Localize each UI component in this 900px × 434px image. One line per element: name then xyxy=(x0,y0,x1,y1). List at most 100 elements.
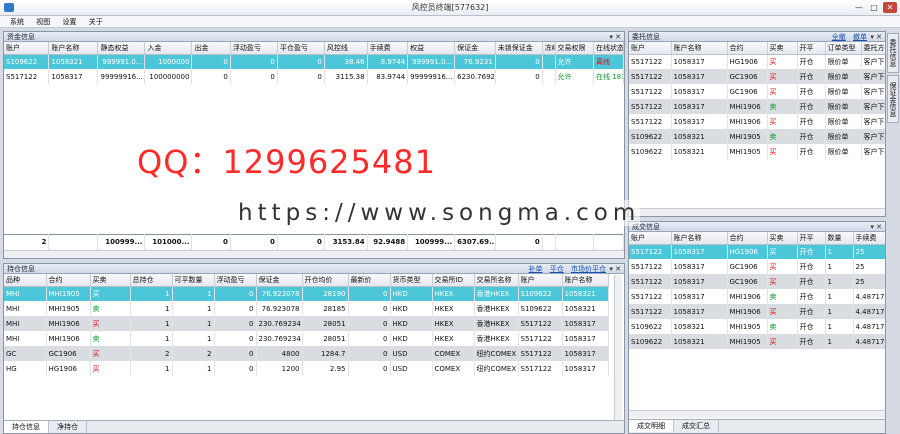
table-row[interactable]: S109622 1058321 999991.0... 1000000 0 0 0 38.46… xyxy=(4,54,624,69)
column-header[interactable]: 合约 xyxy=(727,42,768,55)
column-header[interactable]: 账户 xyxy=(4,42,50,55)
column-header[interactable]: 账户 xyxy=(629,232,672,245)
close-button[interactable]: ✕ xyxy=(883,2,897,13)
table-row[interactable]: MHI MHI1905 卖 1 1 0 76.923078 28185 0 HKD HKEX 香港HK… xyxy=(4,301,609,316)
table-row[interactable]: S1096221058321MHI1905卖开仓14.487179 xyxy=(629,319,885,334)
column-header[interactable]: 账户名称 xyxy=(562,274,609,287)
tab-positions[interactable]: 持仓信息 xyxy=(4,421,49,433)
menu-system[interactable]: 系统 xyxy=(10,16,24,28)
column-header[interactable]: 委托方 xyxy=(861,42,885,55)
trades-hscrollbar[interactable] xyxy=(629,410,885,418)
table-row[interactable]: HG HG1906 买 1 1 0 1200 2.95 0 USD COMEX 纽约COMEX S517… xyxy=(4,361,609,376)
table-cell: 开仓 xyxy=(797,304,826,319)
funds-hscrollbar[interactable] xyxy=(4,250,624,258)
table-row[interactable]: S109622 1058321 MHI1905 买开仓 限价单 客户下 xyxy=(629,144,885,159)
table-cell: 客户下 xyxy=(861,114,885,129)
table-cell: 香港HKEX xyxy=(474,331,519,346)
table-row[interactable]: S517122 1058317 GC1906 买开仓 限价单 客户下 xyxy=(629,84,885,99)
maximize-button[interactable]: □ xyxy=(867,2,881,13)
tab-trade-summary[interactable]: 成交汇总 xyxy=(674,420,719,432)
tab-net-positions[interactable]: 净持仓 xyxy=(49,421,87,433)
column-header[interactable]: 权益 xyxy=(407,42,456,55)
table-row[interactable]: S517122 1058317 MHI1906 买开仓 限价单 客户下 xyxy=(629,114,885,129)
positions-panel-controls[interactable]: ▾ ✕ xyxy=(609,264,621,274)
table-row[interactable]: GC GC1906 买 2 2 0 4800 1284.7 0 USD COMEX 纽约COMEX S5… xyxy=(4,346,609,361)
column-header[interactable]: 最新价 xyxy=(348,274,391,287)
column-header[interactable]: 静态权益 xyxy=(97,42,146,55)
minimize-button[interactable]: — xyxy=(852,2,866,13)
column-header[interactable]: 买卖 xyxy=(767,42,798,55)
table-row[interactable]: MHI MHI1905 买 1 1 0 76.923078 28190 0 HKD HKEX 香港HK… xyxy=(4,286,609,301)
table-row[interactable]: S517122 1058317 99999916... 100000000 0 0 0 311… xyxy=(4,69,624,84)
column-header[interactable]: 可平数量 xyxy=(172,274,215,287)
column-header[interactable]: 浮动盈亏 xyxy=(230,42,278,55)
column-header[interactable]: 买卖 xyxy=(767,232,798,245)
table-row[interactable]: S517122 1058317 GC1906 买开仓 1 25 xyxy=(629,259,885,274)
orders-hscrollbar[interactable] xyxy=(629,208,885,216)
column-header[interactable]: 入金 xyxy=(144,42,193,55)
column-header[interactable]: 账户名称 xyxy=(671,232,728,245)
column-header[interactable]: 总持仓 xyxy=(130,274,173,287)
column-header[interactable]: 开平 xyxy=(797,42,826,55)
tab-trade-details[interactable]: 成交明细 xyxy=(629,420,674,432)
column-header[interactable]: 订单类型 xyxy=(825,42,862,55)
table-row[interactable]: S109622 1058321 MHI1905 卖开仓 限价单 客户下 xyxy=(629,129,885,144)
table-row[interactable]: S517122 1058317 HG1906 买开仓 限价单 客户下 xyxy=(629,54,885,69)
table-row[interactable]: S5171221058317MHI1906买开仓14.487179 xyxy=(629,304,885,319)
column-header[interactable]: 手续费 xyxy=(853,232,885,245)
column-header[interactable]: 账户 xyxy=(518,274,563,287)
column-header[interactable]: 开仓均价 xyxy=(302,274,349,287)
positions-vscrollbar[interactable] xyxy=(614,275,622,420)
column-header[interactable]: 浮动盈亏 xyxy=(214,274,257,287)
menu-view[interactable]: 视图 xyxy=(36,16,50,28)
column-header[interactable]: 交易所ID xyxy=(432,274,475,287)
column-header[interactable]: 账户名称 xyxy=(671,42,728,55)
column-header[interactable]: 开平 xyxy=(797,232,826,245)
column-header[interactable]: 冻结 xyxy=(542,42,556,55)
side-tab-orders[interactable]: 委托信息 xyxy=(887,33,899,73)
close-position-link[interactable]: 平仓 xyxy=(550,265,564,273)
trades-panel-controls[interactable]: ▾ ✕ xyxy=(870,222,882,232)
column-header[interactable]: 交易权限 xyxy=(555,42,594,55)
column-header[interactable]: 账户名称 xyxy=(48,42,99,55)
orders-panel-controls[interactable]: ▾ ✕ xyxy=(870,32,882,42)
column-header[interactable]: 交易所名称 xyxy=(474,274,519,287)
table-row[interactable]: S517122 1058317 MHI1906 卖开仓 限价单 客户下 xyxy=(629,99,885,114)
table-cell: GC1906 xyxy=(727,259,768,274)
table-cell: 买 xyxy=(767,334,798,349)
cancel-order-link[interactable]: 撤单 xyxy=(853,33,867,41)
table-cell: 76.923078 xyxy=(256,286,303,301)
menu-about[interactable]: 关于 xyxy=(89,16,103,28)
table-row[interactable]: S517122 1058317 GC1906 买开仓 限价单 客户下 xyxy=(629,69,885,84)
column-header[interactable]: 账户 xyxy=(629,42,672,55)
column-header[interactable]: 买卖 xyxy=(90,274,131,287)
table-row[interactable]: S517122 1058317 HG1906 买开仓 1 25 xyxy=(629,244,885,259)
menu-bar: 系统 视图 设置 关于 xyxy=(0,16,900,28)
column-header[interactable]: 保证金 xyxy=(454,42,496,55)
column-header[interactable]: 手续费 xyxy=(367,42,409,55)
column-header[interactable]: 品种 xyxy=(4,274,47,287)
funds-panel-controls[interactable]: ▾ ✕ xyxy=(609,32,621,42)
table-row[interactable]: MHI MHI1906 买 1 1 0 230.769234 28051 0 HKD HKEX 香港H… xyxy=(4,316,609,331)
table-row[interactable]: MHI MHI1906 卖 1 1 0 230.769234 28051 0 HKD HKEX 香港H… xyxy=(4,331,609,346)
table-cell: 76.9231 xyxy=(454,54,496,69)
column-header[interactable]: 出金 xyxy=(191,42,231,55)
side-tab-margin[interactable]: 保证金信息 xyxy=(887,75,899,123)
table-row[interactable]: S517122 1058317 GC1906 买开仓 1 25 xyxy=(629,274,885,289)
column-header[interactable]: 平仓盈亏 xyxy=(277,42,325,55)
column-header[interactable]: 合约 xyxy=(46,274,91,287)
column-header[interactable]: 未锁保证金 xyxy=(495,42,543,55)
table-row[interactable]: S5171221058317MHI1906卖开仓14.487179 xyxy=(629,289,885,304)
column-header[interactable]: 保证金 xyxy=(256,274,303,287)
menu-settings[interactable]: 设置 xyxy=(62,16,76,28)
market-close-link[interactable]: 市场价平仓 xyxy=(571,265,606,273)
table-row[interactable]: S1096221058321MHI1905买开仓14.487179 xyxy=(629,334,885,349)
column-header[interactable]: 风控线 xyxy=(324,42,368,55)
column-header[interactable]: 合约 xyxy=(727,232,768,245)
column-header[interactable]: 在线状态 xyxy=(593,42,624,55)
table-cell: 999991.0... xyxy=(97,54,146,69)
column-header[interactable]: 数量 xyxy=(825,232,854,245)
add-order-link[interactable]: 补单 xyxy=(529,265,543,273)
cancel-all-link[interactable]: 全撤 xyxy=(832,33,846,41)
column-header[interactable]: 货币类型 xyxy=(390,274,433,287)
